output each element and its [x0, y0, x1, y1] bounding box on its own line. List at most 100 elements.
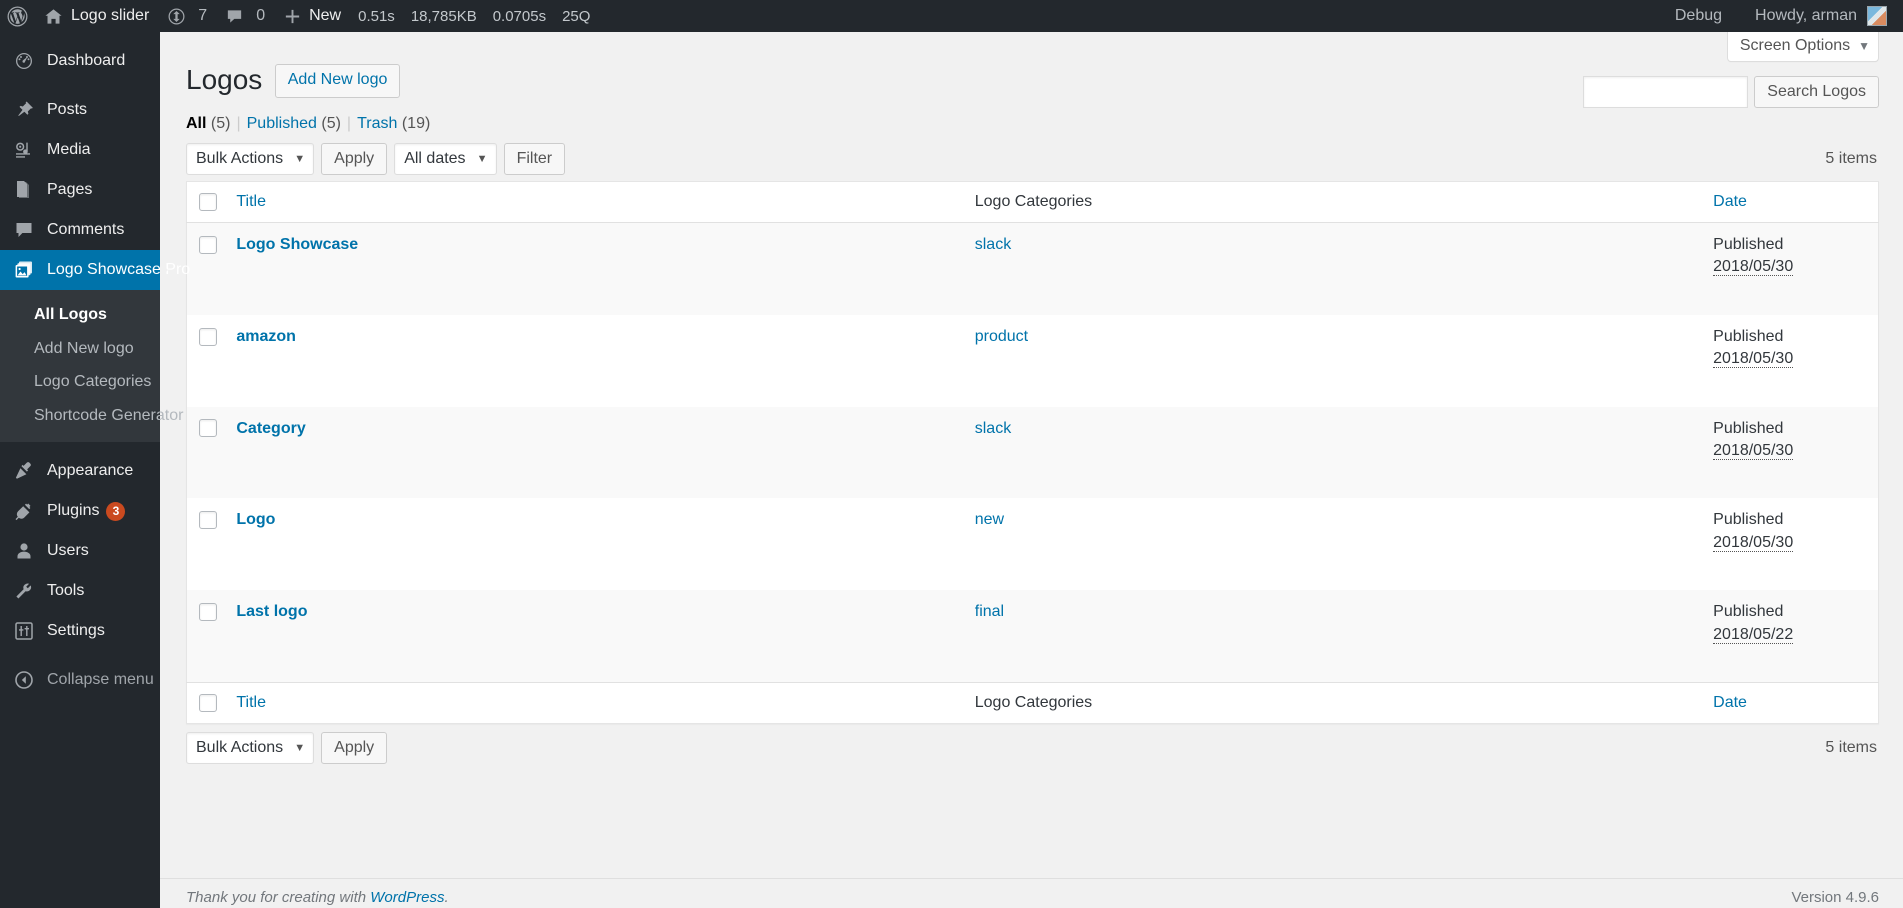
select-all-checkbox-bottom[interactable] [199, 693, 217, 712]
row-title-link[interactable]: Category [236, 420, 305, 437]
row-status: Published [1713, 236, 1784, 254]
row-select-cell [187, 590, 223, 682]
sidebar-item-label: Tools [47, 582, 85, 600]
new-content-menu[interactable]: New [274, 0, 350, 32]
bulk-actions-select-top[interactable]: Bulk Actions [186, 142, 315, 175]
column-header-categories: Logo Categories [960, 181, 1700, 224]
column-footer-date: Date [1699, 681, 1879, 724]
sort-by-date-link-footer[interactable]: Date [1713, 694, 1747, 711]
wordpress-logo-icon [7, 6, 28, 27]
sidebar-item-label: Pages [47, 181, 93, 198]
comments-menu[interactable]: 0 [216, 0, 274, 32]
sidebar-item-settings[interactable]: Settings [0, 611, 160, 651]
apply-button-bottom[interactable]: Apply [321, 732, 388, 765]
row-date: 2018/05/30 [1713, 441, 1794, 460]
sidebar-item-plugins[interactable]: Plugins 3 [0, 491, 160, 531]
table-header-row: Title Logo Categories Date [186, 181, 1879, 224]
view-published: Published (5) [247, 115, 341, 133]
sidebar-item-appearance[interactable]: Appearance [0, 451, 160, 491]
site-name-menu[interactable]: Logo slider [35, 0, 158, 32]
sidebar-subitem-logo-categories[interactable]: Logo Categories [0, 365, 160, 399]
sidebar-item-pages[interactable]: Pages [0, 170, 160, 210]
sidebar-item-label: Plugins [47, 502, 100, 520]
sort-by-title-link[interactable]: Title [236, 193, 266, 210]
sidebar-item-label: Users [47, 542, 89, 560]
collapse-menu-button[interactable]: Collapse menu [0, 660, 160, 700]
view-published-count: (5) [321, 114, 341, 132]
tablenav-top: Bulk Actions ▼ Apply All dates ▼ Filter … [186, 141, 1879, 177]
row-category-link[interactable]: new [975, 511, 1004, 528]
bulk-actions-select-bottom[interactable]: Bulk Actions [186, 732, 315, 765]
table-head: Title Logo Categories Date [186, 181, 1879, 224]
sidebar-item-posts[interactable]: Posts [0, 90, 160, 130]
wordpress-link[interactable]: WordPress [370, 889, 444, 906]
sidebar-item-dashboard[interactable]: Dashboard [0, 41, 160, 81]
row-title-link[interactable]: amazon [236, 328, 296, 345]
row-date: 2018/05/30 [1713, 258, 1794, 277]
row-category-link[interactable]: product [975, 328, 1028, 345]
sort-by-date-link[interactable]: Date [1713, 193, 1747, 210]
row-title-cell: amazon [222, 315, 960, 407]
updates-menu[interactable]: 7 [158, 0, 216, 32]
row-category-link[interactable]: slack [975, 420, 1011, 437]
metric-queries: 25Q [562, 7, 591, 25]
row-title-link[interactable]: Logo [236, 511, 275, 528]
row-checkbox[interactable] [199, 511, 217, 530]
view-trash-link[interactable]: Trash [357, 115, 397, 132]
wordpress-logo-menu[interactable] [0, 0, 35, 32]
search-logos-button[interactable]: Search Logos [1754, 76, 1879, 108]
date-filter-select[interactable]: All dates [394, 142, 497, 175]
menu-separator-2 [0, 442, 160, 451]
comments-count: 0 [256, 7, 266, 24]
row-title-link[interactable]: Logo Showcase [236, 236, 358, 253]
row-status: Published [1713, 511, 1784, 529]
add-new-logo-button[interactable]: Add New logo [274, 64, 401, 98]
users-icon [14, 541, 38, 561]
comment-bubble-icon [225, 7, 244, 26]
filter-button[interactable]: Filter [503, 142, 566, 175]
select-all-checkbox-top[interactable] [199, 192, 217, 211]
view-published-link[interactable]: Published [247, 115, 317, 132]
row-checkbox[interactable] [199, 419, 217, 438]
row-date: 2018/05/22 [1713, 625, 1794, 644]
debug-menu[interactable]: Debug [1661, 7, 1736, 25]
sidebar-item-comments[interactable]: Comments [0, 210, 160, 250]
bulk-actions-select-bottom-wrap: Bulk Actions ▼ [186, 732, 321, 765]
table-row: Last logo final Published 2018/05/22 [186, 590, 1879, 683]
row-checkbox[interactable] [199, 602, 217, 621]
comments-icon [14, 220, 38, 240]
sidebar-item-label: Appearance [47, 462, 134, 480]
my-account-menu[interactable]: Howdy, arman [1736, 0, 1899, 32]
sidebar-subitem-add-new-logo[interactable]: Add New logo [0, 332, 160, 366]
search-input[interactable] [1583, 76, 1749, 108]
row-checkbox[interactable] [199, 327, 217, 346]
row-title-link[interactable]: Last logo [236, 603, 307, 620]
sidebar-item-media[interactable]: Media [0, 130, 160, 170]
sidebar-item-label: Media [47, 141, 91, 158]
view-all-link[interactable]: All [186, 115, 206, 132]
sidebar-subitem-shortcode-generator[interactable]: Shortcode Generator [0, 399, 183, 433]
row-category-link[interactable]: final [975, 603, 1004, 620]
displaying-num-top: 5 items [1825, 149, 1877, 167]
sidebar-subitem-all-logos[interactable]: All Logos [0, 298, 160, 332]
row-category-link[interactable]: slack [975, 236, 1011, 253]
status-views-list: All (5) | Published (5) | Trash (19) [186, 115, 1879, 133]
sidebar-item-tools[interactable]: Tools [0, 571, 160, 611]
select-all-footer [186, 681, 223, 724]
bulk-actions-select-top-wrap: Bulk Actions ▼ [186, 142, 321, 175]
date-filter-select-wrap: All dates ▼ [394, 142, 503, 175]
column-footer-categories: Logo Categories [960, 681, 1700, 724]
sidebar-item-logo-showcase-pro[interactable]: Logo Showcase Pro [0, 250, 190, 290]
page-wrap: Logos Add New logo Search Logos All (5) … [186, 32, 1879, 766]
table-row: Logo new Published 2018/05/30 [186, 498, 1879, 591]
row-categories-cell: new [961, 498, 1699, 590]
table-row: amazon product Published 2018/05/30 [186, 314, 1879, 407]
row-status: Published [1713, 603, 1784, 621]
apply-button-top[interactable]: Apply [321, 142, 388, 175]
row-checkbox[interactable] [199, 235, 217, 254]
sidebar-item-users[interactable]: Users [0, 531, 160, 571]
sort-by-title-link-footer[interactable]: Title [236, 694, 266, 711]
menu-separator-3 [0, 651, 160, 660]
sidebar-item-label: Settings [47, 622, 105, 640]
metric-page-time: 0.51s [358, 7, 395, 25]
